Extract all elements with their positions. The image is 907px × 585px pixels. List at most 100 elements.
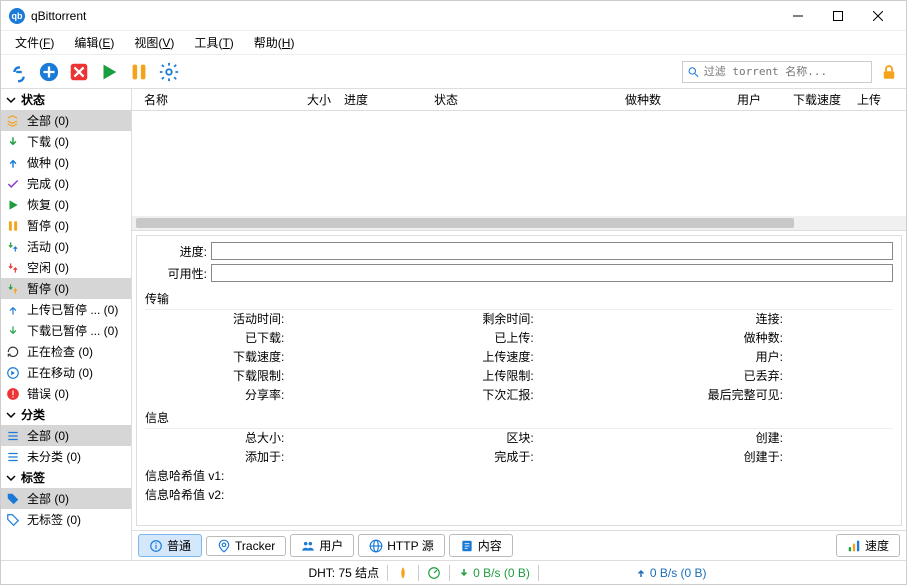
d-hash1: 信息哈希值 v1: xyxy=(145,467,893,484)
sidebar-status-inactive[interactable]: 空闲 (0) xyxy=(1,257,131,278)
app-logo-icon: qb xyxy=(9,8,25,24)
menubar: 文件(F) 编辑(E) 视图(V) 工具(T) 帮助(H) xyxy=(1,31,906,55)
alt-speed-icon[interactable] xyxy=(427,566,441,580)
torrent-table-header: 名称 大小 进度 状态 做种数 用户 下载速度 上传 xyxy=(132,89,906,111)
sidebar-status-paused[interactable]: 暂停 (0) xyxy=(1,215,131,236)
d-ullimit: 上传限制: xyxy=(394,367,643,384)
lock-button[interactable] xyxy=(878,61,900,83)
sidebar-status-download-paused[interactable]: 下载已暂停 ... (0) xyxy=(1,320,131,341)
d-addedon: 添加于: xyxy=(145,448,394,465)
sidebar-status-errored[interactable]: 错误 (0) xyxy=(1,383,131,404)
d-totalsize: 总大小: xyxy=(145,429,394,446)
remove-button[interactable] xyxy=(67,60,91,84)
tab-tracker[interactable]: Tracker xyxy=(206,536,286,556)
detail-progress-bar xyxy=(211,242,893,260)
menu-tools[interactable]: 工具(T) xyxy=(184,32,243,53)
sidebar-category-all[interactable]: 全部 (0) xyxy=(1,425,131,446)
sidebar-status-header[interactable]: 状态 xyxy=(1,89,131,110)
d-next: 下次汇报: xyxy=(394,386,643,403)
detail-avail-label: 可用性: xyxy=(145,265,207,282)
col-upspeed[interactable]: 上传 xyxy=(848,91,888,108)
sidebar-status-resumed[interactable]: 恢复 (0) xyxy=(1,194,131,215)
detail-info-header: 信息 xyxy=(145,407,893,429)
status-upload-speed[interactable]: 0 B/s (0 B) xyxy=(635,566,707,580)
chevron-down-icon xyxy=(5,472,17,484)
add-link-button[interactable] xyxy=(7,60,31,84)
sidebar-category-header[interactable]: 分类 xyxy=(1,404,131,425)
col-status[interactable]: 状态 xyxy=(428,91,568,108)
content-area: 名称 大小 进度 状态 做种数 用户 下载速度 上传 进度: 可用性: 传输 活… xyxy=(132,89,906,560)
minimize-button[interactable] xyxy=(778,2,818,30)
sidebar-status-moving[interactable]: 正在移动 (0) xyxy=(1,362,131,383)
settings-button[interactable] xyxy=(157,60,181,84)
chevron-down-icon xyxy=(5,409,17,421)
d-pieces: 区块: xyxy=(394,429,643,446)
maximize-button[interactable] xyxy=(818,2,858,30)
d-activetime: 活动时间: xyxy=(145,310,394,327)
d-hash2: 信息哈希值 v2: xyxy=(145,486,893,503)
d-createdby: 创建于: xyxy=(644,448,893,465)
torrent-table-body xyxy=(132,111,906,231)
add-torrent-button[interactable] xyxy=(37,60,61,84)
sidebar-tag-untagged[interactable]: 无标签 (0) xyxy=(1,509,131,530)
d-uploaded: 已上传: xyxy=(394,329,643,346)
detail-transfer-header: 传输 xyxy=(145,288,893,310)
d-peers: 用户: xyxy=(644,348,893,365)
sidebar-status-checking[interactable]: 正在检查 (0) xyxy=(1,341,131,362)
horizontal-scrollbar[interactable] xyxy=(132,216,906,230)
filter-input[interactable] xyxy=(704,65,867,78)
statusbar: DHT: 75 结点 0 B/s (0 B) 0 B/s (0 B) xyxy=(1,560,906,584)
chevron-down-icon xyxy=(5,94,17,106)
sidebar-tag-all[interactable]: 全部 (0) xyxy=(1,488,131,509)
search-icon xyxy=(687,65,700,79)
tab-content[interactable]: 内容 xyxy=(449,534,513,557)
detail-progress-label: 进度: xyxy=(145,243,207,260)
sidebar: 状态 全部 (0) 下载 (0) 做种 (0) 完成 (0) 恢复 (0) 暂停… xyxy=(1,89,132,560)
menu-view[interactable]: 视图(V) xyxy=(124,32,184,53)
col-seeds[interactable]: 做种数 xyxy=(568,91,668,108)
tab-http[interactable]: HTTP 源 xyxy=(358,534,444,557)
resume-button[interactable] xyxy=(97,60,121,84)
col-name[interactable]: 名称 xyxy=(138,91,298,108)
menu-file[interactable]: 文件(F) xyxy=(5,32,64,53)
col-size[interactable]: 大小 xyxy=(298,91,338,108)
d-created: 创建: xyxy=(644,429,893,446)
titlebar: qb qBittorrent xyxy=(1,1,906,31)
tab-speed[interactable]: 速度 xyxy=(836,534,900,557)
sidebar-status-active[interactable]: 活动 (0) xyxy=(1,236,131,257)
window-title: qBittorrent xyxy=(31,9,778,23)
sidebar-status-completed[interactable]: 完成 (0) xyxy=(1,173,131,194)
sidebar-status-downloading[interactable]: 下载 (0) xyxy=(1,131,131,152)
d-ulspeed: 上传速度: xyxy=(394,348,643,365)
sidebar-status-seeding[interactable]: 做种 (0) xyxy=(1,152,131,173)
firewall-icon[interactable] xyxy=(396,566,410,580)
col-progress[interactable]: 进度 xyxy=(338,91,428,108)
sidebar-status-stalled[interactable]: 暂停 (0) xyxy=(1,278,131,299)
status-dht: DHT: 75 结点 xyxy=(308,564,379,581)
status-download-speed[interactable]: 0 B/s (0 B) xyxy=(458,566,530,580)
d-ratio: 分享率: xyxy=(145,386,394,403)
sidebar-category-uncategorized[interactable]: 未分类 (0) xyxy=(1,446,131,467)
tab-general[interactable]: 普通 xyxy=(138,534,202,557)
close-button[interactable] xyxy=(858,2,898,30)
menu-help[interactable]: 帮助(H) xyxy=(244,32,305,53)
sidebar-status-upload-paused[interactable]: 上传已暂停 ... (0) xyxy=(1,299,131,320)
filter-search[interactable] xyxy=(682,61,872,83)
d-dlspeed: 下载速度: xyxy=(145,348,394,365)
col-peers[interactable]: 用户 xyxy=(668,91,768,108)
sidebar-tag-header[interactable]: 标签 xyxy=(1,467,131,488)
tab-peers[interactable]: 用户 xyxy=(290,534,354,557)
sidebar-status-all[interactable]: 全部 (0) xyxy=(1,110,131,131)
d-seeds: 做种数: xyxy=(644,329,893,346)
menu-edit[interactable]: 编辑(E) xyxy=(64,32,124,53)
col-dlspeed[interactable]: 下载速度 xyxy=(768,91,848,108)
toolbar xyxy=(1,55,906,89)
d-remaining: 剩余时间: xyxy=(394,310,643,327)
detail-panel: 进度: 可用性: 传输 活动时间: 剩余时间: 连接: 已下载: 已上传: 做种… xyxy=(136,235,902,526)
d-lastseen: 最后完整可见: xyxy=(644,386,893,403)
detail-tabs: 普通 Tracker 用户 HTTP 源 内容 速度 xyxy=(132,530,906,560)
d-dllimit: 下载限制: xyxy=(145,367,394,384)
detail-avail-bar xyxy=(211,264,893,282)
d-wasted: 已丢弃: xyxy=(644,367,893,384)
pause-button[interactable] xyxy=(127,60,151,84)
